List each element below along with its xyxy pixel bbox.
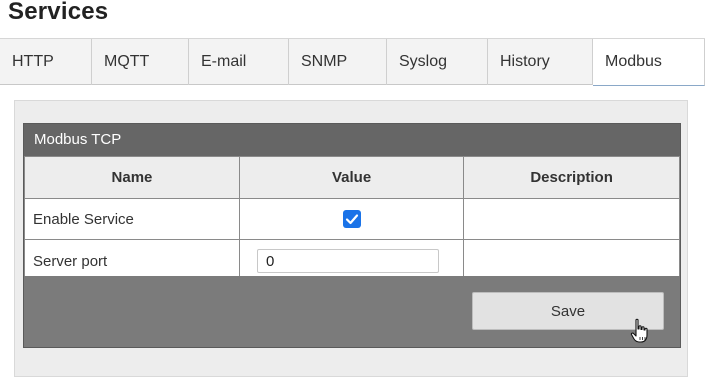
tab-http[interactable]: HTTP — [0, 39, 92, 85]
table-row: Enable Service — [24, 198, 680, 240]
column-header-name: Name — [24, 156, 240, 199]
table-header-row: Name Value Description — [24, 156, 680, 199]
tab-history[interactable]: History — [488, 39, 593, 85]
enable-service-checkbox[interactable] — [342, 210, 361, 229]
column-header-value: Value — [238, 156, 465, 199]
page-title: Services — [8, 0, 109, 25]
checkmark-icon — [345, 214, 358, 225]
hand-pointer-icon — [630, 318, 648, 343]
modbus-tcp-section: Modbus TCP Name Value Description Enable… — [23, 123, 681, 348]
tab-modbus[interactable]: Modbus — [593, 39, 705, 86]
server-port-input[interactable] — [256, 249, 439, 273]
settings-table: Name Value Description Enable Service Se… — [24, 156, 680, 283]
action-footer: Save — [24, 276, 680, 347]
tab-email[interactable]: E-mail — [189, 39, 289, 85]
row-description-cell — [463, 198, 680, 240]
row-value-cell — [238, 198, 465, 240]
tab-mqtt[interactable]: MQTT — [92, 39, 189, 85]
row-label-enable-service: Enable Service — [24, 198, 240, 240]
column-header-description: Description — [463, 156, 680, 199]
tab-bar: HTTP MQTT E-mail SNMP Syslog History Mod… — [0, 38, 705, 86]
tab-snmp[interactable]: SNMP — [289, 39, 387, 85]
section-title: Modbus TCP — [24, 124, 680, 156]
tab-syslog[interactable]: Syslog — [387, 39, 488, 85]
